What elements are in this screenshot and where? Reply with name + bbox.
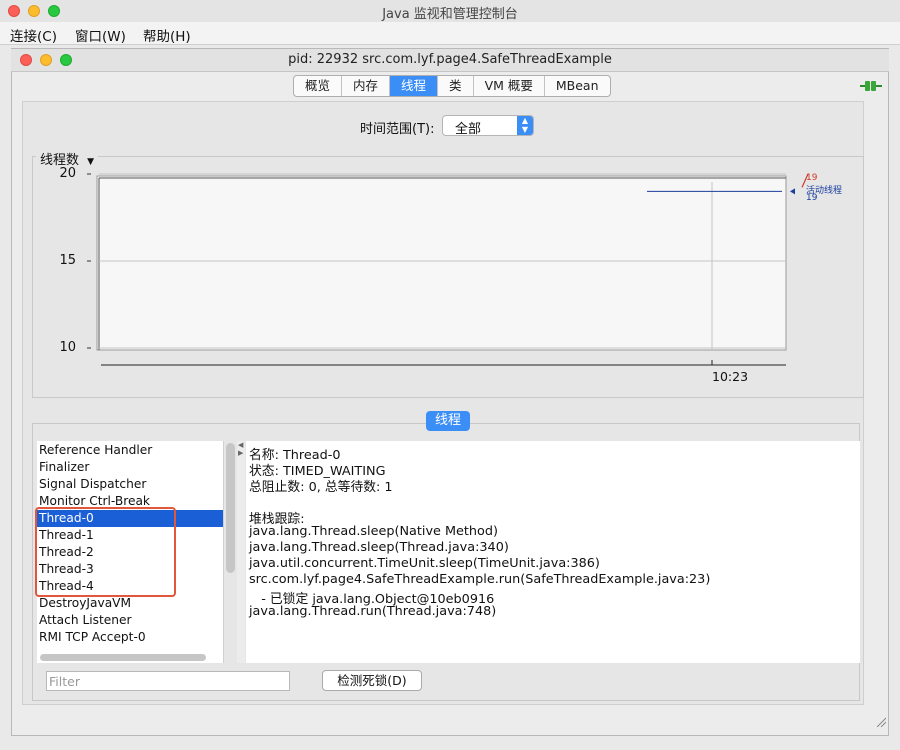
- split-pane-divider[interactable]: ◀ ▶: [237, 441, 245, 663]
- connection-plug-icon[interactable]: [860, 80, 882, 92]
- menu-window[interactable]: 窗口(W): [75, 25, 126, 45]
- thread-list-item[interactable]: DestroyJavaVM: [37, 595, 223, 612]
- tab-overview[interactable]: 概览: [294, 76, 343, 96]
- tab-memory[interactable]: 内存: [342, 76, 391, 96]
- time-range-select[interactable]: 全部 ▲ ▼: [442, 115, 534, 137]
- time-range-label: 时间范围(T):: [360, 122, 435, 137]
- divider-arrows-icon[interactable]: ◀ ▶: [238, 441, 243, 457]
- thread-list-item[interactable]: Attach Listener: [37, 612, 223, 629]
- tab-bar: 概览 内存 线程 类 VM 概要 MBean: [293, 75, 611, 97]
- y-tick-label: 10: [59, 340, 76, 355]
- thread-counts-line: 总阻止数: 0, 总等待数: 1: [249, 480, 393, 495]
- menu-help[interactable]: 帮助(H): [143, 25, 191, 45]
- menu-bar: [0, 22, 900, 45]
- stack-frame: src.com.lyf.page4.SafeThreadExample.run(…: [249, 572, 711, 587]
- threads-section-button[interactable]: 线程: [426, 411, 470, 431]
- tab-threads[interactable]: 线程: [390, 76, 439, 96]
- filter-placeholder: Filter: [49, 674, 80, 689]
- y-tick-label: 15: [59, 253, 76, 268]
- frame-title: pid: 22932 src.com.lyf.page4.SafeThreadE…: [288, 52, 612, 67]
- app-title: Java 监视和管理控制台: [382, 7, 518, 22]
- stack-frame: java.lang.Thread.run(Thread.java:748): [249, 604, 497, 619]
- annotation-highlight-box: [35, 507, 176, 597]
- stack-frame: java.lang.Thread.sleep(Thread.java:340): [249, 540, 509, 555]
- y-tick-label: 20: [59, 166, 76, 181]
- thread-list-vertical-scrollbar[interactable]: [226, 443, 235, 573]
- thread-filter-input[interactable]: Filter: [46, 671, 290, 691]
- x-tick-label: 10:23: [712, 369, 749, 384]
- current-value-label: 19: [806, 193, 818, 203]
- tab-vm-summary[interactable]: VM 概要: [474, 76, 545, 96]
- thread-list-item[interactable]: RMI TCP Accept-0: [37, 629, 223, 646]
- menu-connect[interactable]: 连接(C): [10, 25, 57, 45]
- tab-mbean[interactable]: MBean: [545, 76, 610, 96]
- thread-list-item[interactable]: Reference Handler: [37, 442, 223, 459]
- thread-count-chart: [87, 173, 809, 366]
- thread-list-horizontal-scrollbar[interactable]: [40, 654, 206, 661]
- thread-detail-pane: 名称: Thread-0 状态: TIMED_WAITING 总阻止数: 0, …: [246, 441, 860, 663]
- thread-list-item[interactable]: Finalizer: [37, 459, 223, 476]
- tab-classes[interactable]: 类: [438, 76, 474, 96]
- current-value-marker: [790, 188, 795, 195]
- peak-value-label: 19: [806, 173, 818, 183]
- stack-frame: java.lang.Thread.sleep(Native Method): [249, 524, 498, 539]
- thread-list-item[interactable]: Signal Dispatcher: [37, 476, 223, 493]
- resize-grip-icon[interactable]: [876, 717, 886, 727]
- plot-area: [96, 175, 787, 351]
- chevron-down-icon: ▲ ▼: [517, 116, 533, 135]
- stack-frame: java.util.concurrent.TimeUnit.sleep(Time…: [249, 556, 600, 571]
- time-range-value: 全部: [455, 122, 482, 137]
- detect-deadlock-button[interactable]: 检测死锁(D): [322, 670, 422, 691]
